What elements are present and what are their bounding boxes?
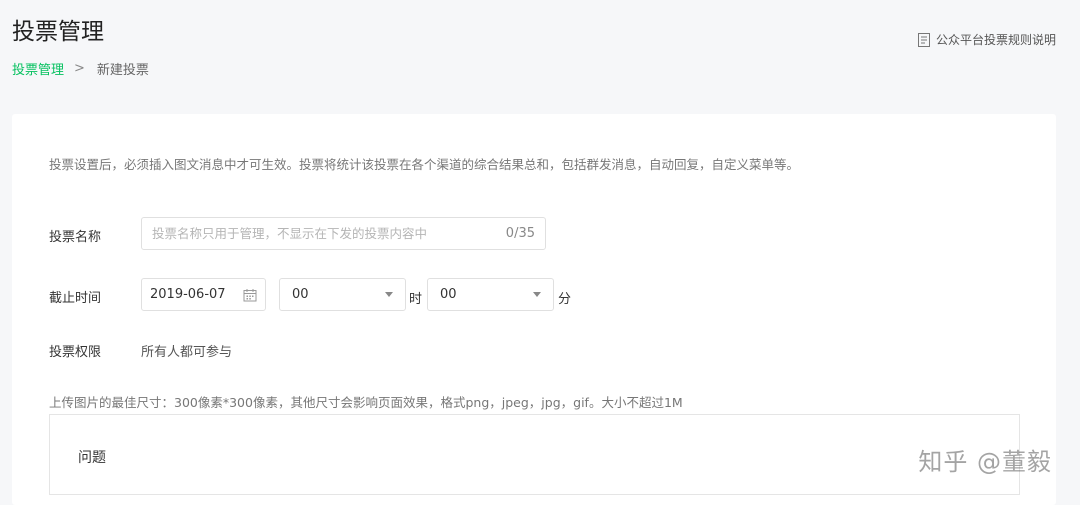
permission-label: 投票权限 <box>49 345 102 360</box>
question-label: 问题 <box>78 450 106 466</box>
minute-unit: 分 <box>558 292 572 307</box>
minute-value: 00 <box>440 287 457 302</box>
minute-select[interactable]: 00 <box>427 278 554 311</box>
rules-link[interactable]: 公众平台投票规则说明 <box>917 31 1056 48</box>
vote-name-input[interactable] <box>152 226 506 241</box>
calendar-icon <box>243 288 257 301</box>
date-value: 2019-06-07 <box>150 287 226 302</box>
vote-form-card: 投票设置后，必须插入图文消息中才可生效。投票将统计该投票在各个渠道的综合结果总和… <box>12 114 1056 505</box>
rules-link-label: 公众平台投票规则说明 <box>935 33 1056 47</box>
vote-name-label: 投票名称 <box>49 230 102 245</box>
hour-value: 00 <box>292 287 309 302</box>
upload-hint: 上传图片的最佳尺寸：300像素*300像素，其他尺寸会影响页面效果，格式png，… <box>49 395 683 410</box>
watermark-text: 知乎 @董毅 <box>918 448 1052 476</box>
date-picker[interactable]: 2019-06-07 <box>141 278 266 311</box>
chevron-down-icon <box>533 292 541 297</box>
permission-value: 所有人都可参与 <box>141 345 233 360</box>
breadcrumb: 投票管理 > 新建投票 <box>12 59 149 78</box>
breadcrumb-current: 新建投票 <box>96 63 149 78</box>
page-title: 投票管理 <box>12 19 104 45</box>
vote-name-field[interactable]: 0/35 <box>141 217 546 250</box>
breadcrumb-parent-link[interactable]: 投票管理 <box>12 59 64 78</box>
question-block[interactable]: 问题 <box>49 414 1020 495</box>
document-icon <box>917 32 930 47</box>
breadcrumb-separator: > <box>74 61 85 76</box>
notice-text: 投票设置后，必须插入图文消息中才可生效。投票将统计该投票在各个渠道的综合结果总和… <box>49 157 800 172</box>
char-counter: 0/35 <box>505 226 535 241</box>
chevron-down-icon <box>385 292 393 297</box>
hour-select[interactable]: 00 <box>279 278 406 311</box>
deadline-label: 截止时间 <box>49 291 102 306</box>
hour-unit: 时 <box>409 292 423 307</box>
